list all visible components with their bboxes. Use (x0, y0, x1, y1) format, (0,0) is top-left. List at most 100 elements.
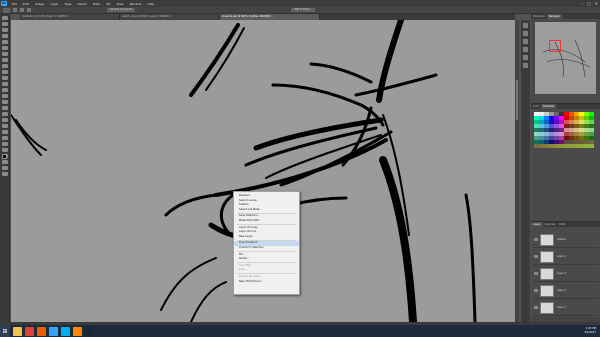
hand-tool-icon[interactable] (1, 124, 8, 128)
menu-view[interactable]: View (113, 2, 126, 6)
character-icon[interactable] (523, 47, 528, 52)
menu-3d[interactable]: 3D (103, 2, 113, 6)
swatch-cell[interactable] (589, 144, 594, 148)
tab-layers[interactable]: Layers (531, 222, 543, 227)
add-selection-icon[interactable] (20, 8, 24, 12)
close-button[interactable]: ✕ (595, 0, 598, 7)
tab-swatches[interactable]: Swatches (541, 104, 556, 109)
history-icon[interactable] (523, 23, 528, 28)
menu-type[interactable]: Type (62, 2, 75, 6)
tab-color[interactable]: Color (531, 104, 541, 109)
layer-thumbnail (540, 302, 554, 314)
context-item-make-work-path[interactable]: Make Work Path... (234, 219, 299, 224)
brush-tool-icon[interactable] (1, 58, 8, 62)
context-item-new-3d-extrusion[interactable]: New 3D Extrusion (234, 280, 299, 285)
chrome-icon[interactable] (25, 326, 34, 336)
start-button[interactable]: ⊞ (0, 325, 10, 337)
navigator-thumbnail[interactable] (535, 22, 596, 94)
more-tools-tool-icon[interactable] (1, 136, 8, 140)
properties-icon[interactable] (523, 31, 528, 36)
menu-help[interactable]: Help (144, 2, 157, 6)
clock-date[interactable]: 3/1/2017 (584, 331, 596, 335)
steam-icon[interactable] (85, 326, 94, 336)
refine-edge-button[interactable]: Refine Edge... (291, 8, 315, 12)
eye-icon[interactable] (534, 289, 538, 292)
quick-mask-tool-icon[interactable] (1, 148, 8, 152)
vertical-scrollbar[interactable] (515, 20, 519, 322)
context-item-stroke[interactable]: Stroke... (234, 257, 299, 262)
menu-edit[interactable]: Edit (20, 2, 32, 6)
context-item-new-layer[interactable]: New Layer... (234, 235, 299, 240)
tab-channels[interactable]: Channels (543, 222, 558, 227)
eye-icon[interactable] (534, 306, 538, 309)
system-tray: 1:43 PM 3/1/2017 (584, 327, 596, 334)
pen-tool-icon[interactable] (1, 100, 8, 104)
move-tool-icon[interactable] (1, 16, 8, 20)
shape-tool-icon[interactable] (1, 118, 8, 122)
layer-row[interactable]: Layer 2 (533, 283, 598, 299)
skype-icon[interactable] (61, 326, 70, 336)
zoom-tool-icon[interactable] (1, 130, 8, 134)
window-controls: – □ ✕ (581, 0, 598, 7)
menu-filter[interactable]: Filter (90, 2, 103, 6)
layer-thumbnail (540, 268, 554, 280)
tab-paths[interactable]: Paths (557, 222, 567, 227)
type-tool-icon[interactable] (1, 106, 8, 110)
maximize-button[interactable]: □ (587, 0, 591, 7)
menu-image[interactable]: Image (32, 2, 47, 6)
menu-select[interactable]: Select (75, 2, 90, 6)
tool-preset-icon[interactable] (3, 7, 10, 13)
new-selection-icon[interactable] (13, 8, 17, 12)
layer-row[interactable]: Outline (533, 232, 598, 248)
layer-row[interactable]: Layer 3 (533, 266, 598, 282)
photoshop-logo-icon: Ps (1, 1, 7, 6)
paragraph-icon[interactable] (523, 55, 528, 60)
navigator-view-box[interactable] (549, 40, 561, 52)
extra-3-tool-icon[interactable] (1, 172, 8, 176)
file-explorer-icon[interactable] (13, 326, 22, 336)
eraser-tool-icon[interactable] (1, 76, 8, 80)
firefox-icon[interactable] (37, 326, 46, 336)
eye-icon[interactable] (534, 255, 538, 258)
document-canvas[interactable]: Deselect Select Inverse Feather... Select a… (11, 20, 515, 322)
adjustments-icon[interactable] (523, 63, 528, 68)
crop-tool-icon[interactable] (1, 40, 8, 44)
layer-row[interactable]: Layer 4 (533, 249, 598, 265)
layer-row[interactable]: Layer 1 (533, 300, 598, 316)
dodge-tool-icon[interactable] (1, 94, 8, 98)
marquee-tool-icon[interactable] (1, 22, 8, 26)
menu-window[interactable]: Window (127, 2, 145, 6)
swatch-grid[interactable] (534, 112, 594, 148)
context-item-select-and-mask[interactable]: Select and Mask... (234, 208, 299, 213)
menu-layer[interactable]: Layer (47, 2, 61, 6)
edit-toolbar-tool-icon[interactable] (1, 142, 8, 146)
history-brush-tool-icon[interactable] (1, 70, 8, 74)
tab-navigator[interactable]: Navigator (546, 14, 563, 19)
menu-file[interactable]: File (9, 2, 20, 6)
context-item-transform-selection[interactable]: Transform Selection (234, 246, 299, 251)
gradient-tool-icon[interactable] (1, 82, 8, 86)
extra-1-tool-icon[interactable] (1, 160, 8, 164)
scrollbar-thumb[interactable] (516, 80, 518, 120)
foreground-color-swatch[interactable] (2, 154, 7, 159)
minimize-button[interactable]: – (581, 0, 583, 7)
path-select-tool-icon[interactable] (1, 112, 8, 116)
windows-taskbar: ⊞ 1:43 PM 3/1/2017 (0, 325, 600, 337)
eye-icon[interactable] (534, 238, 538, 241)
eyedropper-tool-icon[interactable] (1, 46, 8, 50)
healing-tool-icon[interactable] (1, 52, 8, 56)
subtract-selection-icon[interactable] (27, 8, 31, 12)
vlc-icon[interactable] (73, 326, 82, 336)
lasso-tool-icon[interactable] (1, 28, 8, 32)
brush-icon[interactable] (523, 39, 528, 44)
eye-icon[interactable] (534, 272, 538, 275)
blur-tool-icon[interactable] (1, 88, 8, 92)
layer-name: Layer 4 (557, 255, 566, 258)
clone-stamp-tool-icon[interactable] (1, 64, 8, 68)
quick-select-tool-icon[interactable] (1, 34, 8, 38)
layer-thumbnail (540, 234, 554, 246)
tab-histogram[interactable]: Histogram (531, 14, 547, 19)
extra-2-tool-icon[interactable] (1, 166, 8, 170)
sample-all-layers-checkbox[interactable]: Sample All Layers (107, 8, 136, 12)
photoshop-icon[interactable] (49, 326, 58, 336)
